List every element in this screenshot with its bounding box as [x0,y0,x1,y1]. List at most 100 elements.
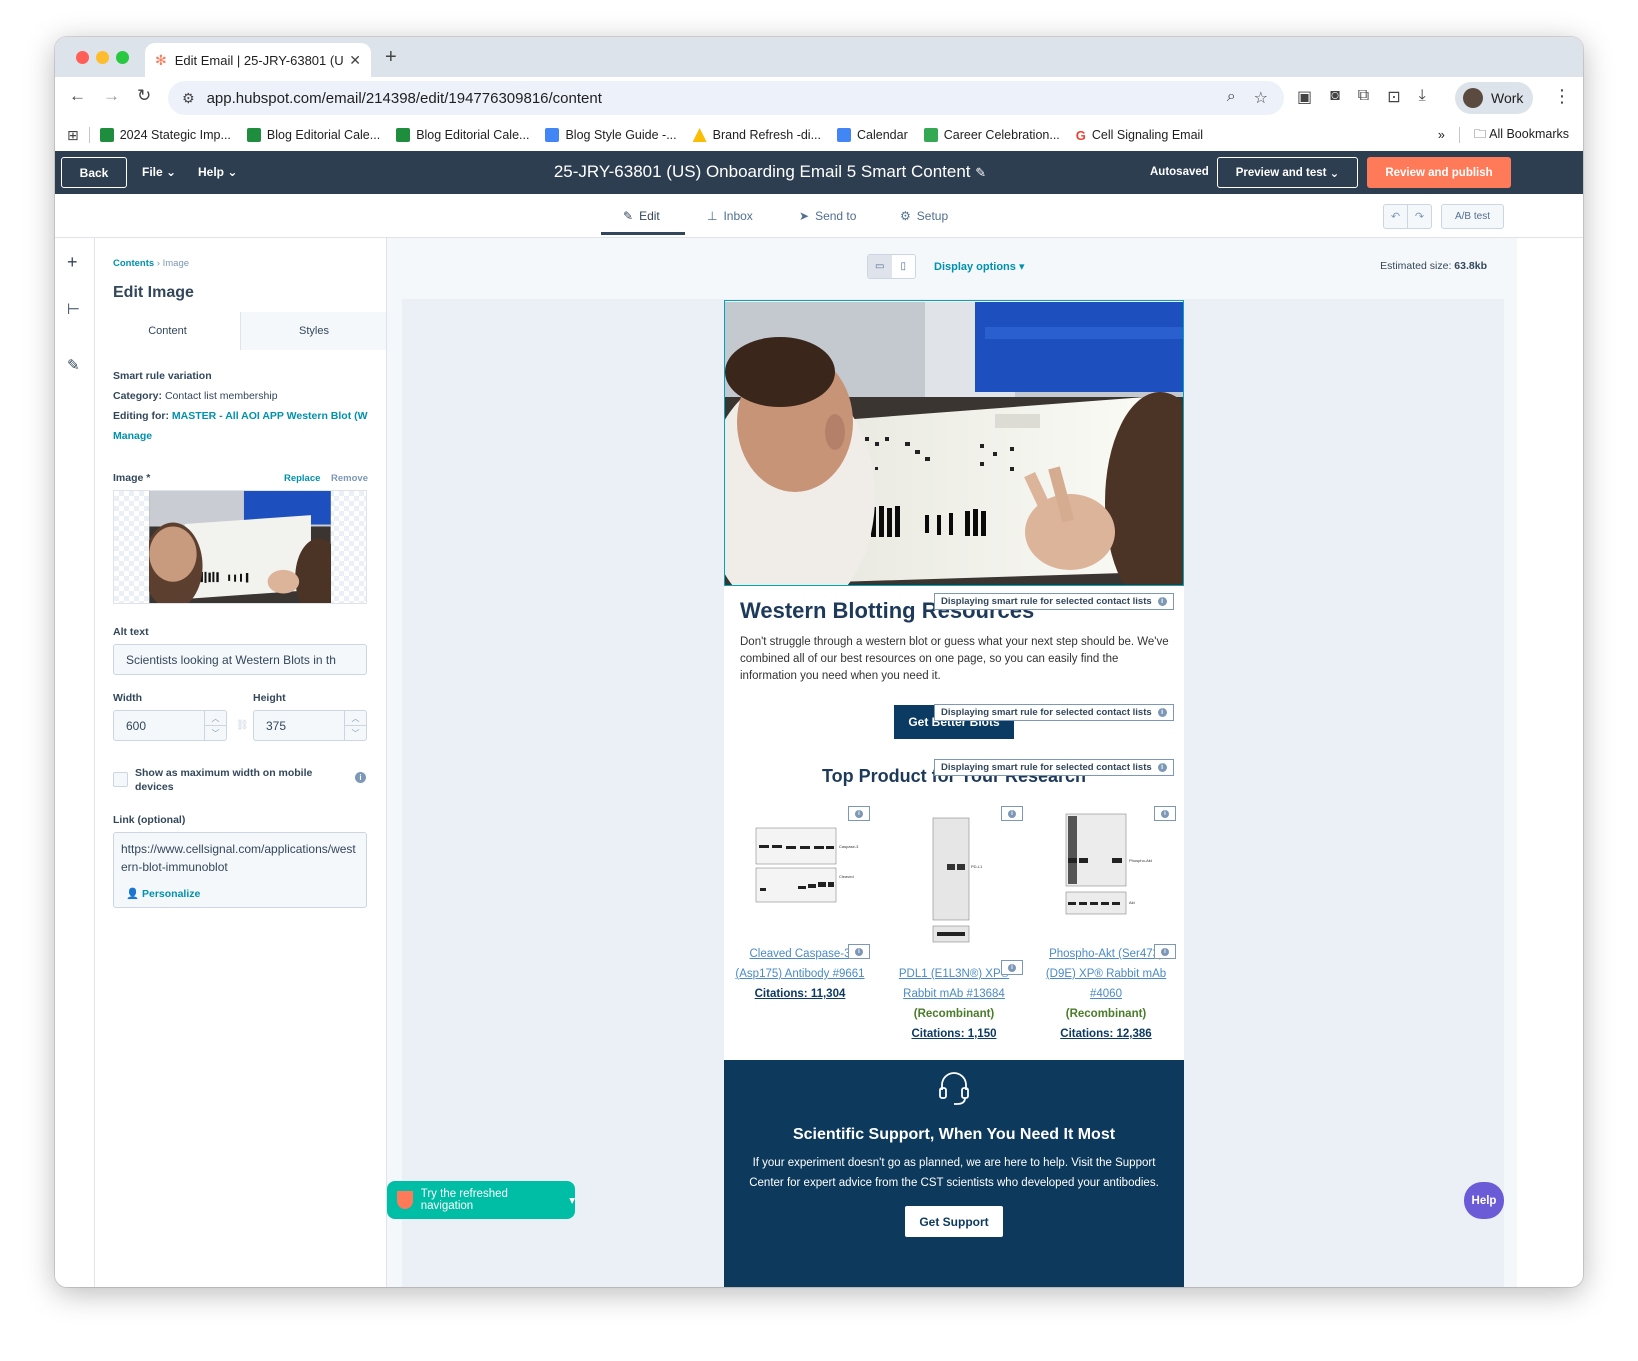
try-refreshed-navigation-button[interactable]: Try the refreshed navigation ▾ [387,1181,575,1219]
mobile-width-checkbox[interactable] [113,772,128,787]
all-bookmarks[interactable]: 🗀 All Bookmarks [1474,125,1569,146]
product-citations[interactable]: Citations: 1,150 [884,1024,1024,1044]
svg-text:Caspase-3: Caspase-3 [839,844,859,849]
reload-icon[interactable]: ↻ [137,86,151,106]
smart-rule-info: Smart rule variation Category: Contact l… [113,370,368,442]
bookmark-item[interactable]: 2024 Stategic Imp... [99,128,231,142]
apps-grid-icon[interactable]: ⊞ [67,127,79,144]
module-info-badge[interactable]: i [848,944,870,959]
chevron-up-icon[interactable]: ︿ [205,711,226,725]
chevron-down-icon[interactable]: ﹀ [345,725,366,740]
module-info-badge[interactable]: i [1154,944,1176,959]
mobile-icon[interactable]: ▯ [892,255,916,278]
product-blot-image[interactable]: PD-L1 [919,804,989,946]
preview-and-test-button[interactable]: Preview and test ⌄ [1217,157,1358,188]
browser-tab[interactable]: ✻ Edit Email | 25-JRY-63801 (U ✕ [145,43,371,77]
tab-inbox[interactable]: ⊥ Inbox [707,209,753,223]
display-options-dropdown[interactable]: Display options ▾ [934,260,1024,273]
module-info-badge[interactable]: i [848,806,870,821]
height-stepper[interactable]: ︿ ﹀ [344,711,366,740]
product-blot-image[interactable]: Phospho-Akt Akt [1054,806,1169,936]
smart-rule-list-link[interactable]: MASTER - All AOI APP Western Blot (W [172,410,368,422]
product-blot-image[interactable]: Caspase-3 Cleaved [742,818,864,920]
width-input[interactable]: 600 ︿ ﹀ [113,710,227,741]
panel-title: Edit Image [113,284,194,301]
address-bar[interactable]: ⚙ app.hubspot.com/email/214398/edit/1947… [168,81,1284,115]
download-icon[interactable]: ⤓ [1419,87,1426,107]
redo-icon[interactable]: ↷ [1407,205,1431,228]
support-section[interactable]: Scientific Support, When You Need It Mos… [724,1060,1184,1287]
bookmark-item[interactable]: Blog Style Guide -... [545,128,677,142]
tab-setup[interactable]: ⚙ Setup [900,209,948,223]
manage-link[interactable]: Manage [113,430,152,442]
personalize-button[interactable]: 👤 Personalize [126,885,200,903]
desktop-icon[interactable]: ▭ [868,255,892,278]
add-icon[interactable]: + [67,252,78,273]
site-settings-icon[interactable]: ⚙ [182,90,195,107]
smart-rule-badge[interactable]: Displaying smart rule for selected conta… [934,704,1174,721]
bookmark-item[interactable]: Blog Editorial Cale... [246,128,380,142]
chevron-down-icon[interactable]: ﹀ [205,725,226,740]
tree-icon[interactable]: ⊢ [67,300,80,318]
bookmark-item[interactable]: Blog Editorial Cale... [396,128,529,142]
more-menu-icon[interactable]: ⋮ [1553,86,1571,107]
remove-link[interactable]: Remove [331,473,368,484]
smart-rule-badge[interactable]: Displaying smart rule for selected conta… [934,759,1174,776]
pencil-icon[interactable]: ✎ [975,165,986,180]
new-tab-icon[interactable]: + [385,46,397,69]
width-stepper[interactable]: ︿ ﹀ [204,711,226,740]
star-icon[interactable]: ☆ [1254,88,1268,108]
forward-arrow-icon[interactable]: → [103,86,120,106]
info-icon[interactable]: i [355,772,366,783]
tab-send-to[interactable]: ➤ Send to [799,209,856,223]
product-citations[interactable]: Citations: 11,304 [730,984,870,1004]
puzzle-icon[interactable]: ⧉ [1358,87,1369,107]
tab-styles[interactable]: Styles [241,312,386,350]
section-body-text[interactable]: Don't struggle through a western blot or… [740,634,1172,685]
link-input[interactable]: https://www.cellsignal.com/applications/… [113,832,367,908]
product-citations[interactable]: Citations: 12,386 [1036,1024,1176,1044]
close-icon[interactable]: ✕ [349,52,361,69]
info-icon: i [855,809,863,818]
camera-icon[interactable]: ◙ [1330,87,1340,107]
replace-link[interactable]: Replace [284,473,320,484]
bookmark-item[interactable]: Calendar [837,128,908,142]
brush-icon[interactable]: ✎ [67,356,80,374]
product-card[interactable]: PDL1 (E1L3N®) XP® Rabbit mAb #13684 (Rec… [884,964,1024,1044]
calendar-icon [837,128,852,142]
breadcrumb-contents[interactable]: Contents [113,258,154,269]
tab-search-icon[interactable]: ⊡ [1387,87,1400,107]
undo-icon[interactable]: ↶ [1384,205,1407,228]
help-button[interactable]: Help [1464,1182,1504,1219]
profile-button[interactable]: Work [1455,82,1533,114]
maximize-window-button[interactable] [116,51,129,64]
close-window-button[interactable] [76,51,89,64]
bookmark-item[interactable]: Brand Refresh -di... [692,128,821,142]
panel-tabs: Content Styles [95,312,386,350]
hero-image-module[interactable] [724,300,1184,586]
height-input[interactable]: 375 ︿ ﹀ [253,710,367,741]
tab-content[interactable]: Content [95,312,241,350]
link-icon[interactable]: ⛓ [236,720,249,731]
minimize-window-button[interactable] [96,51,109,64]
zoom-icon[interactable]: ⌕ [1227,88,1236,108]
tab-strip: ✻ Edit Email | 25-JRY-63801 (U ✕ + [55,37,1583,77]
bookmark-item[interactable]: G Cell Signaling Email [1076,128,1203,143]
product-card[interactable]: Phospho-Akt (Ser473) (D9E) XP® Rabbit mA… [1036,944,1176,1044]
tab-edit[interactable]: ✎ Edit [623,209,660,223]
extension-icon[interactable]: ▣ [1297,87,1312,107]
smart-rule-badge[interactable]: Displaying smart rule for selected conta… [934,593,1174,610]
chevron-up-icon[interactable]: ︿ [345,711,366,725]
module-info-badge[interactable]: i [1001,960,1023,975]
chevron-right-icon[interactable]: » [1438,128,1445,142]
get-support-button[interactable]: Get Support [905,1206,1003,1237]
module-info-badge[interactable]: i [1001,806,1023,821]
module-info-badge[interactable]: i [1154,806,1176,821]
image-thumbnail[interactable] [113,490,367,604]
alt-text-input[interactable]: Scientists looking at Western Blots in t… [113,644,367,675]
review-and-publish-button[interactable]: Review and publish [1367,157,1511,188]
ab-test-button[interactable]: A/B test [1441,204,1504,229]
back-arrow-icon[interactable]: ← [69,86,86,106]
tab-title: Edit Email | 25-JRY-63801 (U [174,52,344,68]
bookmark-item[interactable]: Career Celebration... [923,128,1060,142]
